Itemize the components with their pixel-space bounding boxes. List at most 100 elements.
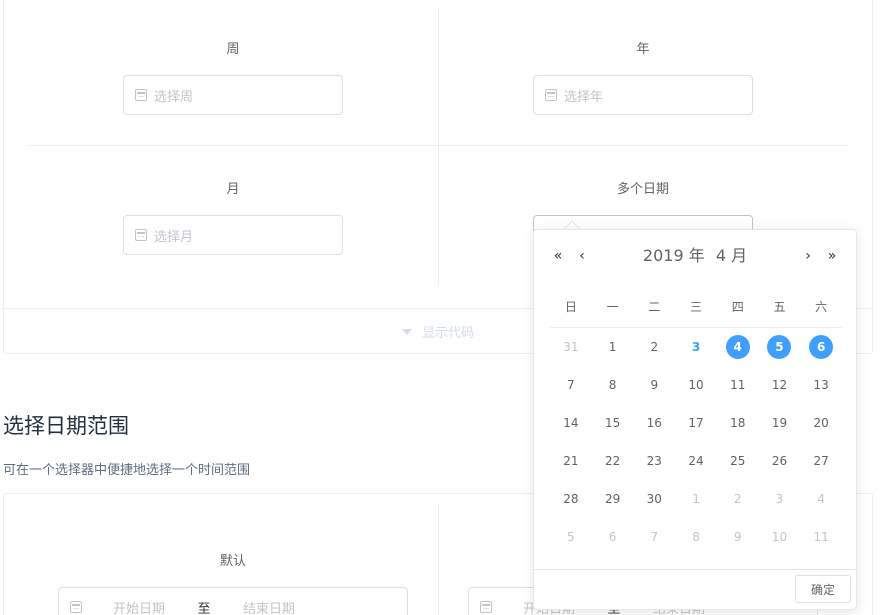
day-cell-other[interactable]: 3 — [759, 480, 801, 518]
calendar-week-row: 5 6 7 8 9 10 11 — [550, 518, 842, 556]
day-number: 3 — [775, 492, 784, 506]
day-cell[interactable]: 10 — [675, 366, 717, 404]
day-number: 15 — [604, 416, 621, 430]
day-number: 18 — [730, 416, 746, 430]
month-picker-input[interactable]: 选择月 — [123, 215, 343, 255]
day-cell-other[interactable]: 6 — [592, 518, 634, 556]
day-cell-other[interactable]: 9 — [717, 518, 759, 556]
calendar-week-row: 21 22 23 24 25 26 27 — [550, 442, 842, 480]
next-month-button[interactable]: › — [800, 244, 816, 268]
day-cell[interactable]: 23 — [633, 442, 675, 480]
day-cell[interactable]: 20 — [800, 404, 842, 442]
day-cell-other[interactable]: 10 — [759, 518, 801, 556]
year-label: 年 — [636, 42, 650, 57]
day-cell-other[interactable]: 7 — [633, 518, 675, 556]
day-number: 5 — [567, 530, 575, 544]
week-placeholder: 选择周 — [154, 89, 194, 105]
day-cell-selected[interactable]: 5 — [759, 328, 801, 366]
day-cell[interactable]: 14 — [550, 404, 592, 442]
section-description: 可在一个选择器中便捷地选择一个时间范围 — [3, 463, 251, 478]
calendar-icon — [70, 601, 82, 613]
day-number: 11 — [730, 378, 746, 392]
day-number: 3 — [691, 340, 701, 354]
day-cell-other[interactable]: 2 — [717, 480, 759, 518]
day-number: 4 — [817, 492, 825, 506]
day-number: 10 — [688, 378, 704, 392]
day-cell[interactable]: 21 — [550, 442, 592, 480]
day-cell[interactable]: 29 — [592, 480, 634, 518]
confirm-button[interactable]: 确定 — [795, 575, 851, 603]
day-number: 11 — [813, 530, 829, 544]
day-cell[interactable]: 24 — [675, 442, 717, 480]
day-cell[interactable]: 8 — [592, 366, 634, 404]
day-number: 10 — [771, 530, 788, 544]
weekday-header: 日一二三四五六 — [550, 294, 842, 328]
range-picker-input[interactable]: 开始日期 至 结束日期 — [58, 587, 408, 615]
divider-vertical — [438, 8, 439, 286]
day-cell[interactable]: 26 — [759, 442, 801, 480]
day-cell[interactable]: 12 — [759, 366, 801, 404]
day-number: 21 — [563, 454, 579, 468]
calendar-week-row: 28 29 30 1 2 3 4 — [550, 480, 842, 518]
day-number: 28 — [563, 492, 579, 506]
day-cell-other[interactable]: 5 — [550, 518, 592, 556]
calendar-grid: 31 1 2 3 4 5 6 7 8 9 10 11 12 13 14 15 16 17 18 19 20 21 22 23 2… — [550, 328, 842, 556]
day-cell[interactable]: 30 — [633, 480, 675, 518]
next-year-button[interactable]: » — [824, 244, 840, 268]
day-cell-other[interactable]: 8 — [675, 518, 717, 556]
week-picker-input[interactable]: 选择周 — [123, 75, 343, 115]
day-cell[interactable]: 7 — [550, 366, 592, 404]
day-number: 7 — [567, 378, 575, 392]
day-cell-other[interactable]: 4 — [800, 480, 842, 518]
day-number: 26 — [771, 454, 788, 468]
range-start-input[interactable]: 开始日期 — [89, 598, 189, 615]
calendar-header: « ‹ 2019 年 4 月 › » — [534, 244, 856, 268]
day-number: 2 — [650, 340, 659, 354]
day-cell[interactable]: 9 — [633, 366, 675, 404]
day-cell[interactable]: 22 — [592, 442, 634, 480]
day-cell-selected[interactable]: 6 — [800, 328, 842, 366]
section-title: 选择日期范围 — [3, 414, 129, 438]
day-cell[interactable]: 18 — [717, 404, 759, 442]
day-number: 8 — [692, 530, 700, 544]
day-cell-other[interactable]: 11 — [800, 518, 842, 556]
calendar-year[interactable]: 2019 年 — [643, 244, 705, 268]
day-number: 31 — [563, 340, 579, 354]
weekday-label: 一 — [606, 300, 619, 314]
day-cell[interactable]: 15 — [592, 404, 634, 442]
calendar-icon — [135, 229, 147, 241]
calendar-footer: 确定 — [534, 569, 856, 609]
day-cell[interactable]: 16 — [633, 404, 675, 442]
year-placeholder: 选择年 — [564, 89, 604, 105]
range-end-input[interactable]: 结束日期 — [219, 598, 319, 615]
day-number: 7 — [650, 530, 659, 544]
day-cell[interactable]: 25 — [717, 442, 759, 480]
day-number: 17 — [688, 416, 704, 430]
day-cell[interactable]: 28 — [550, 480, 592, 518]
day-cell-selected[interactable]: 4 — [717, 328, 759, 366]
day-cell-today[interactable]: 3 — [675, 328, 717, 366]
day-number: 9 — [650, 378, 659, 392]
day-number: 8 — [608, 378, 617, 392]
range-default-label: 默认 — [219, 554, 246, 569]
year-picker-input[interactable]: 选择年 — [533, 75, 753, 115]
calendar-month[interactable]: 4 月 — [716, 244, 747, 268]
weekday-label: 六 — [815, 300, 828, 314]
day-cell[interactable]: 17 — [675, 404, 717, 442]
day-cell[interactable]: 19 — [759, 404, 801, 442]
day-cell[interactable]: 27 — [800, 442, 842, 480]
day-number: 13 — [813, 378, 829, 392]
week-label: 周 — [226, 42, 240, 57]
day-number: 1 — [692, 492, 700, 506]
calendar-icon — [545, 89, 557, 101]
day-cell[interactable]: 13 — [800, 366, 842, 404]
day-cell[interactable]: 1 — [592, 328, 634, 366]
day-cell-other[interactable]: 31 — [550, 328, 592, 366]
calendar-icon — [135, 89, 147, 101]
calendar-week-row: 7 8 9 10 11 12 13 — [550, 366, 842, 404]
day-cell-other[interactable]: 1 — [675, 480, 717, 518]
day-cell[interactable]: 11 — [717, 366, 759, 404]
day-number: 2 — [733, 492, 742, 506]
day-cell[interactable]: 2 — [633, 328, 675, 366]
month-placeholder: 选择月 — [154, 229, 194, 245]
